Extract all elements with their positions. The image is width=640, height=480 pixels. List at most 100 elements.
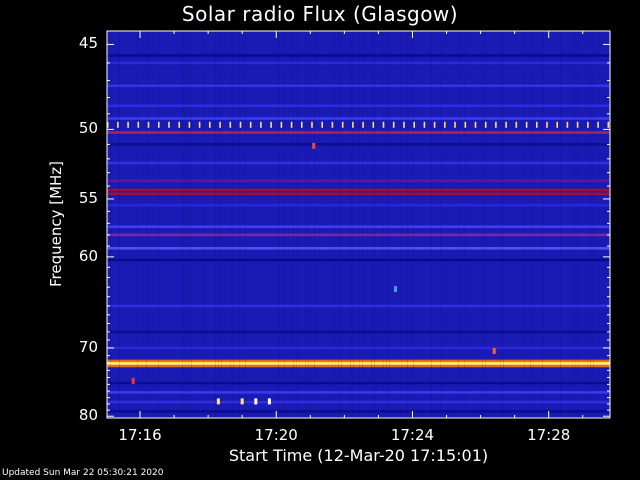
- texture-column: [221, 31, 222, 418]
- periodic-spike: [239, 121, 242, 128]
- texture-column: [590, 31, 591, 418]
- periodic-spike: [270, 121, 272, 128]
- texture-column: [374, 31, 375, 418]
- periodic-spike: [188, 121, 191, 128]
- periodic-spike: [484, 121, 487, 128]
- periodic-spike: [352, 121, 354, 128]
- texture-column: [524, 31, 525, 418]
- periodic-spike: [433, 121, 436, 128]
- burst-spot: [216, 398, 220, 405]
- periodic-spike: [229, 121, 232, 128]
- texture-column: [440, 31, 441, 418]
- texture-column: [146, 31, 147, 418]
- periodic-spike: [536, 121, 538, 128]
- x-tick-label: 17:16: [118, 426, 162, 444]
- texture-column: [341, 31, 342, 418]
- periodic-spike: [219, 121, 221, 128]
- texture-column: [389, 31, 390, 418]
- periodic-spike: [331, 121, 334, 128]
- texture-column: [533, 31, 534, 418]
- periodic-spike: [117, 121, 119, 128]
- y-tick-label: 70: [78, 337, 98, 356]
- texture-column: [572, 31, 573, 418]
- texture-column: [215, 31, 216, 418]
- periodic-spike: [260, 121, 262, 128]
- burst-spot: [312, 142, 316, 149]
- periodic-spike: [249, 121, 252, 128]
- texture-column: [587, 31, 588, 418]
- periodic-spike: [444, 121, 446, 128]
- texture-column: [482, 31, 483, 418]
- texture-column: [350, 31, 351, 418]
- texture-column: [338, 31, 339, 418]
- periodic-spike: [505, 121, 507, 128]
- periodic-spike: [198, 121, 201, 128]
- periodic-spike: [403, 121, 405, 128]
- periodic-spike: [392, 121, 395, 128]
- periodic-spike: [576, 121, 579, 128]
- periodic-spike: [290, 121, 293, 128]
- texture-column: [353, 31, 354, 418]
- x-tick-label: 17:28: [527, 426, 571, 444]
- texture-column: [383, 31, 384, 418]
- periodic-spike: [454, 121, 456, 128]
- texture-column: [137, 31, 138, 418]
- texture-column: [458, 31, 459, 418]
- x-tick-label: 17:24: [390, 426, 435, 444]
- texture-column: [407, 31, 408, 418]
- burst-spot: [394, 286, 397, 293]
- texture-column: [296, 31, 297, 418]
- texture-column: [464, 31, 465, 418]
- texture-column: [593, 31, 594, 418]
- periodic-spike: [127, 121, 129, 128]
- texture-column: [578, 31, 579, 418]
- texture-column: [305, 31, 306, 418]
- texture-column: [110, 31, 111, 418]
- texture-column: [188, 31, 189, 418]
- periodic-spike: [137, 121, 140, 128]
- periodic-spike: [168, 121, 170, 128]
- texture-column: [119, 31, 120, 418]
- periodic-spike: [587, 121, 589, 128]
- periodic-spike: [178, 121, 180, 128]
- periodic-spike: [464, 121, 467, 128]
- texture-column: [239, 31, 240, 418]
- burst-spot: [240, 398, 244, 405]
- periodic-spike: [382, 121, 385, 128]
- periodic-spike: [597, 121, 599, 128]
- periodic-spike: [158, 121, 160, 128]
- y-tick-label: 45: [78, 34, 98, 53]
- texture-column: [575, 31, 576, 418]
- periodic-spike: [423, 121, 426, 128]
- burst-spot: [131, 377, 135, 384]
- texture-column: [530, 31, 531, 418]
- burst-spot: [267, 398, 271, 405]
- texture-column: [233, 31, 234, 418]
- texture-column: [500, 31, 501, 418]
- periodic-spike: [556, 121, 558, 128]
- periodic-spike: [147, 121, 150, 128]
- periodic-spike: [209, 121, 211, 128]
- texture-column: [359, 31, 360, 418]
- texture-column: [182, 31, 183, 418]
- texture-column: [314, 31, 315, 418]
- texture-column: [485, 31, 486, 418]
- texture-column: [335, 31, 336, 418]
- texture-column: [278, 31, 279, 418]
- y-tick-label: 50: [78, 119, 98, 138]
- periodic-spike: [362, 121, 364, 128]
- texture-column: [185, 31, 186, 418]
- texture-column: [362, 31, 363, 418]
- texture-column: [503, 31, 504, 418]
- periodic-spike: [515, 121, 518, 128]
- texture-column: [371, 31, 372, 418]
- periodic-spike: [341, 121, 344, 128]
- burst-spot: [254, 398, 258, 405]
- burst-spot: [492, 348, 496, 354]
- y-axis-label: Frequency [MHz]: [47, 160, 65, 288]
- periodic-spike: [413, 121, 415, 128]
- texture-column: [158, 31, 159, 418]
- periodic-spike: [321, 121, 323, 128]
- updated-timestamp: Updated Sun Mar 22 05:30:21 2020: [2, 468, 164, 478]
- periodic-spike: [280, 121, 283, 128]
